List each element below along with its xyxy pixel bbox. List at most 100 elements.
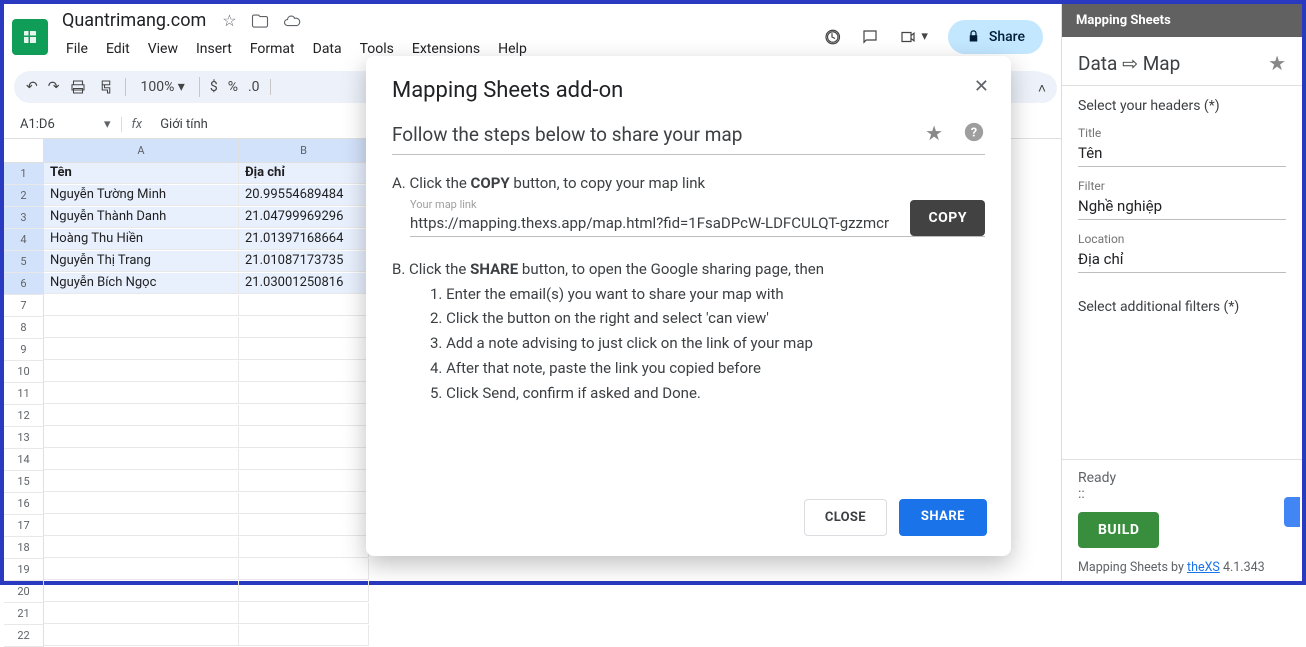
filter-select[interactable]: Nghề nghiệp: [1078, 193, 1286, 220]
percent-icon[interactable]: %: [228, 79, 238, 95]
row-header[interactable]: 21: [4, 603, 44, 625]
row-header[interactable]: 19: [4, 559, 44, 581]
decimal-icon[interactable]: .0: [248, 79, 260, 95]
row-header[interactable]: 20: [4, 581, 44, 603]
row-header[interactable]: 18: [4, 537, 44, 559]
history-icon[interactable]: [823, 28, 841, 46]
cell[interactable]: [44, 361, 239, 382]
share-map-button[interactable]: SHARE: [899, 499, 987, 536]
cell[interactable]: [239, 405, 369, 426]
row-header[interactable]: 8: [4, 317, 44, 339]
cell[interactable]: Tên: [44, 163, 239, 184]
cell[interactable]: [44, 383, 239, 404]
location-select[interactable]: Địa chỉ: [1078, 246, 1286, 273]
row-header[interactable]: 2: [4, 185, 44, 207]
cell[interactable]: [239, 603, 369, 624]
cell[interactable]: 21.01087173735: [239, 251, 369, 272]
cell[interactable]: [239, 339, 369, 360]
cell[interactable]: [239, 559, 369, 580]
cell[interactable]: Nguyễn Thị Trang: [44, 251, 239, 272]
row-header[interactable]: 22: [4, 625, 44, 647]
close-icon[interactable]: ✕: [974, 76, 989, 97]
menu-view[interactable]: View: [140, 37, 186, 61]
move-icon[interactable]: [251, 11, 269, 31]
cell[interactable]: [44, 339, 239, 360]
comment-icon[interactable]: [861, 28, 879, 46]
zoom-select[interactable]: 100% ▾: [136, 77, 188, 97]
cell[interactable]: [44, 559, 239, 580]
cloud-icon[interactable]: [283, 11, 301, 31]
cell[interactable]: Nguyễn Tường Minh: [44, 185, 239, 206]
cell[interactable]: [239, 625, 369, 646]
cell[interactable]: [44, 537, 239, 558]
currency-icon[interactable]: $: [210, 79, 218, 95]
row-header[interactable]: 14: [4, 449, 44, 471]
cell[interactable]: [44, 625, 239, 646]
cell[interactable]: 20.99554689484: [239, 185, 369, 206]
row-header[interactable]: 4: [4, 229, 44, 251]
cell[interactable]: Địa chỉ: [239, 163, 369, 184]
cell[interactable]: [44, 449, 239, 470]
row-header[interactable]: 5: [4, 251, 44, 273]
share-button[interactable]: Share: [948, 20, 1043, 54]
meet-icon[interactable]: ▾: [899, 28, 928, 46]
cell[interactable]: [239, 515, 369, 536]
thexs-link[interactable]: theXS: [1187, 560, 1220, 575]
menu-file[interactable]: File: [58, 37, 96, 61]
side-tab-icon[interactable]: [1284, 497, 1300, 527]
menu-edit[interactable]: Edit: [98, 37, 138, 61]
cell[interactable]: Nguyễn Thành Danh: [44, 207, 239, 228]
help-icon[interactable]: ?: [963, 121, 985, 148]
cell[interactable]: [44, 581, 239, 602]
row-header[interactable]: 7: [4, 295, 44, 317]
cell[interactable]: [44, 603, 239, 624]
formula-bar[interactable]: Giới tính: [152, 117, 208, 132]
row-header[interactable]: 12: [4, 405, 44, 427]
cell[interactable]: Hoàng Thu Hiền: [44, 229, 239, 250]
column-header-b[interactable]: B: [239, 139, 369, 163]
cell[interactable]: [44, 295, 239, 316]
row-header[interactable]: 6: [4, 273, 44, 295]
cell[interactable]: 21.03001250816: [239, 273, 369, 294]
cell[interactable]: [239, 295, 369, 316]
select-all-corner[interactable]: [4, 139, 44, 163]
row-header[interactable]: 10: [4, 361, 44, 383]
build-button[interactable]: BUILD: [1078, 512, 1159, 548]
row-header[interactable]: 16: [4, 493, 44, 515]
menu-format[interactable]: Format: [242, 37, 303, 61]
cell[interactable]: [239, 361, 369, 382]
name-box-dropdown-icon[interactable]: ▾: [94, 117, 121, 132]
row-header[interactable]: 3: [4, 207, 44, 229]
name-box[interactable]: A1:D6: [14, 115, 94, 134]
redo-icon[interactable]: ↷: [48, 79, 60, 95]
copy-button[interactable]: COPY: [910, 200, 985, 236]
row-header[interactable]: 1: [4, 163, 44, 185]
menu-insert[interactable]: Insert: [188, 37, 240, 61]
cell[interactable]: [239, 537, 369, 558]
toolbar-collapse-icon[interactable]: ˄: [1027, 73, 1057, 103]
cell[interactable]: [239, 581, 369, 602]
row-header[interactable]: 11: [4, 383, 44, 405]
cell[interactable]: 21.01397168664: [239, 229, 369, 250]
cell[interactable]: [239, 383, 369, 404]
row-header[interactable]: 13: [4, 427, 44, 449]
star-icon[interactable]: ★: [925, 121, 943, 148]
cell[interactable]: [239, 317, 369, 338]
cell[interactable]: [44, 427, 239, 448]
row-header[interactable]: 15: [4, 471, 44, 493]
cell[interactable]: [44, 515, 239, 536]
doc-title[interactable]: Quantrimang.com: [58, 8, 210, 33]
undo-icon[interactable]: ↶: [26, 79, 38, 95]
print-icon[interactable]: [69, 78, 87, 96]
row-header[interactable]: 9: [4, 339, 44, 361]
map-link-input[interactable]: https://mapping.thexs.app/map.html?fid=1…: [410, 200, 900, 236]
cell[interactable]: [239, 493, 369, 514]
star-icon[interactable]: ★: [1268, 51, 1286, 75]
row-header[interactable]: 17: [4, 515, 44, 537]
cell[interactable]: [44, 405, 239, 426]
star-icon[interactable]: ☆: [222, 11, 236, 31]
close-button[interactable]: CLOSE: [804, 499, 887, 536]
cell[interactable]: Nguyễn Bích Ngọc: [44, 273, 239, 294]
cell[interactable]: [239, 427, 369, 448]
cell[interactable]: [239, 449, 369, 470]
